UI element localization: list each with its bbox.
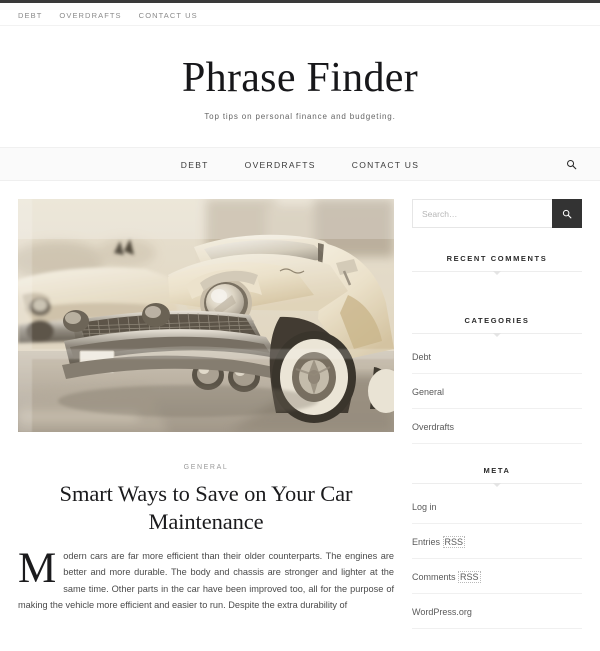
- search-icon: [566, 159, 576, 169]
- page-wrapper: GENERAL Smart Ways to Save on Your Car M…: [0, 181, 600, 651]
- site-description: Top tips on personal finance and budgeti…: [204, 112, 396, 122]
- list-item[interactable]: Debt: [412, 334, 582, 375]
- sidebar-search-form: [412, 199, 582, 229]
- widget-title-categories: CATEGORIES: [464, 316, 530, 326]
- meta-link-entries-rss[interactable]: Entries RSS: [412, 536, 466, 549]
- post-paragraph: Modern cars are far more efficient than …: [18, 544, 394, 611]
- category-link-debt[interactable]: Debt: [412, 352, 431, 362]
- chevron-down-icon: [493, 483, 501, 488]
- widget-recent-comments: RECENT COMMENTS: [412, 254, 582, 294]
- search-icon: [562, 209, 572, 219]
- main-nav-item-overdrafts[interactable]: OVERDRAFTS: [245, 155, 316, 173]
- list-item[interactable]: Entries RSS: [412, 524, 582, 560]
- categories-list: Debt General Overdrafts: [412, 334, 582, 445]
- nav-search-toggle-button[interactable]: [564, 157, 578, 171]
- post-title: Smart Ways to Save on Your Car Maintenan…: [18, 480, 394, 535]
- list-item[interactable]: Log in: [412, 484, 582, 525]
- post-header: GENERAL Smart Ways to Save on Your Car M…: [18, 432, 394, 535]
- top-utility-bar: DEBT OVERDRAFTS CONTACT US: [0, 3, 600, 26]
- widget-title-wrap: RECENT COMMENTS: [412, 254, 582, 276]
- chevron-down-icon: [493, 333, 501, 338]
- category-link-overdrafts[interactable]: Overdrafts: [412, 422, 454, 432]
- list-item[interactable]: WordPress.org: [412, 594, 582, 630]
- post-content: Modern cars are far more efficient than …: [18, 544, 394, 614]
- top-nav-item-debt[interactable]: DEBT: [18, 5, 42, 23]
- main-content-column: GENERAL Smart Ways to Save on Your Car M…: [18, 199, 394, 651]
- top-nav-link-overdrafts[interactable]: OVERDRAFTS: [59, 11, 121, 20]
- meta-link-wordpress-org[interactable]: WordPress.org: [412, 607, 472, 617]
- top-nav-link-contact-us[interactable]: CONTACT US: [139, 11, 198, 20]
- top-nav-item-overdrafts[interactable]: OVERDRAFTS: [59, 5, 121, 23]
- list-item[interactable]: Overdrafts: [412, 409, 582, 445]
- main-nav-link-overdrafts[interactable]: OVERDRAFTS: [245, 160, 316, 170]
- site-title: Phrase Finder: [0, 56, 600, 100]
- chevron-down-icon: [493, 271, 501, 276]
- featured-image-illustration: [18, 199, 394, 433]
- meta-link-comments-label: Comments: [412, 572, 459, 583]
- widget-title-wrap: CATEGORIES: [412, 316, 582, 338]
- main-nav-item-contact-us[interactable]: CONTACT US: [352, 155, 419, 173]
- post-title-link[interactable]: Smart Ways to Save on Your Car Maintenan…: [60, 481, 353, 533]
- rss-abbr: RSS: [458, 571, 481, 584]
- widget-title-meta: META: [483, 466, 511, 476]
- meta-list: Log in Entries RSS Comments RSS WordPres…: [412, 484, 582, 630]
- main-nav-item-debt[interactable]: DEBT: [181, 155, 209, 173]
- meta-link-log-in[interactable]: Log in: [412, 502, 437, 512]
- widget-categories: CATEGORIES Debt General Overdrafts: [412, 316, 582, 445]
- post-category-link[interactable]: GENERAL: [184, 464, 229, 471]
- top-nav-item-contact-us[interactable]: CONTACT US: [139, 5, 198, 23]
- list-item[interactable]: Comments RSS: [412, 559, 582, 595]
- recent-comments-empty-body: [412, 272, 582, 294]
- widget-title-wrap: META: [412, 466, 582, 488]
- rss-abbr: RSS: [442, 536, 466, 549]
- main-navigation: DEBT OVERDRAFTS CONTACT US: [0, 147, 600, 182]
- list-item[interactable]: General: [412, 374, 582, 410]
- top-nav-link-debt[interactable]: DEBT: [18, 11, 42, 20]
- meta-link-entries-label: Entries: [412, 537, 443, 548]
- category-link-general[interactable]: General: [412, 387, 444, 397]
- widget-meta: META Log in Entries RSS Comments RSS Wor…: [412, 466, 582, 630]
- top-utility-menu: DEBT OVERDRAFTS CONTACT US: [18, 5, 215, 23]
- main-menu: DEBT OVERDRAFTS CONTACT US: [163, 155, 437, 173]
- search-submit-button[interactable]: [552, 199, 582, 229]
- search-input[interactable]: [412, 199, 552, 229]
- site-title-link[interactable]: Phrase Finder: [182, 55, 418, 101]
- widget-title-recent-comments: RECENT COMMENTS: [446, 254, 548, 264]
- main-nav-link-debt[interactable]: DEBT: [181, 160, 209, 170]
- sidebar: RECENT COMMENTS CATEGORIES Debt General …: [412, 199, 582, 651]
- main-nav-link-contact-us[interactable]: CONTACT US: [352, 160, 419, 170]
- site-branding: Phrase Finder Top tips on personal finan…: [0, 26, 600, 148]
- post-featured-image[interactable]: [18, 199, 394, 433]
- meta-link-comments-rss[interactable]: Comments RSS: [412, 571, 481, 584]
